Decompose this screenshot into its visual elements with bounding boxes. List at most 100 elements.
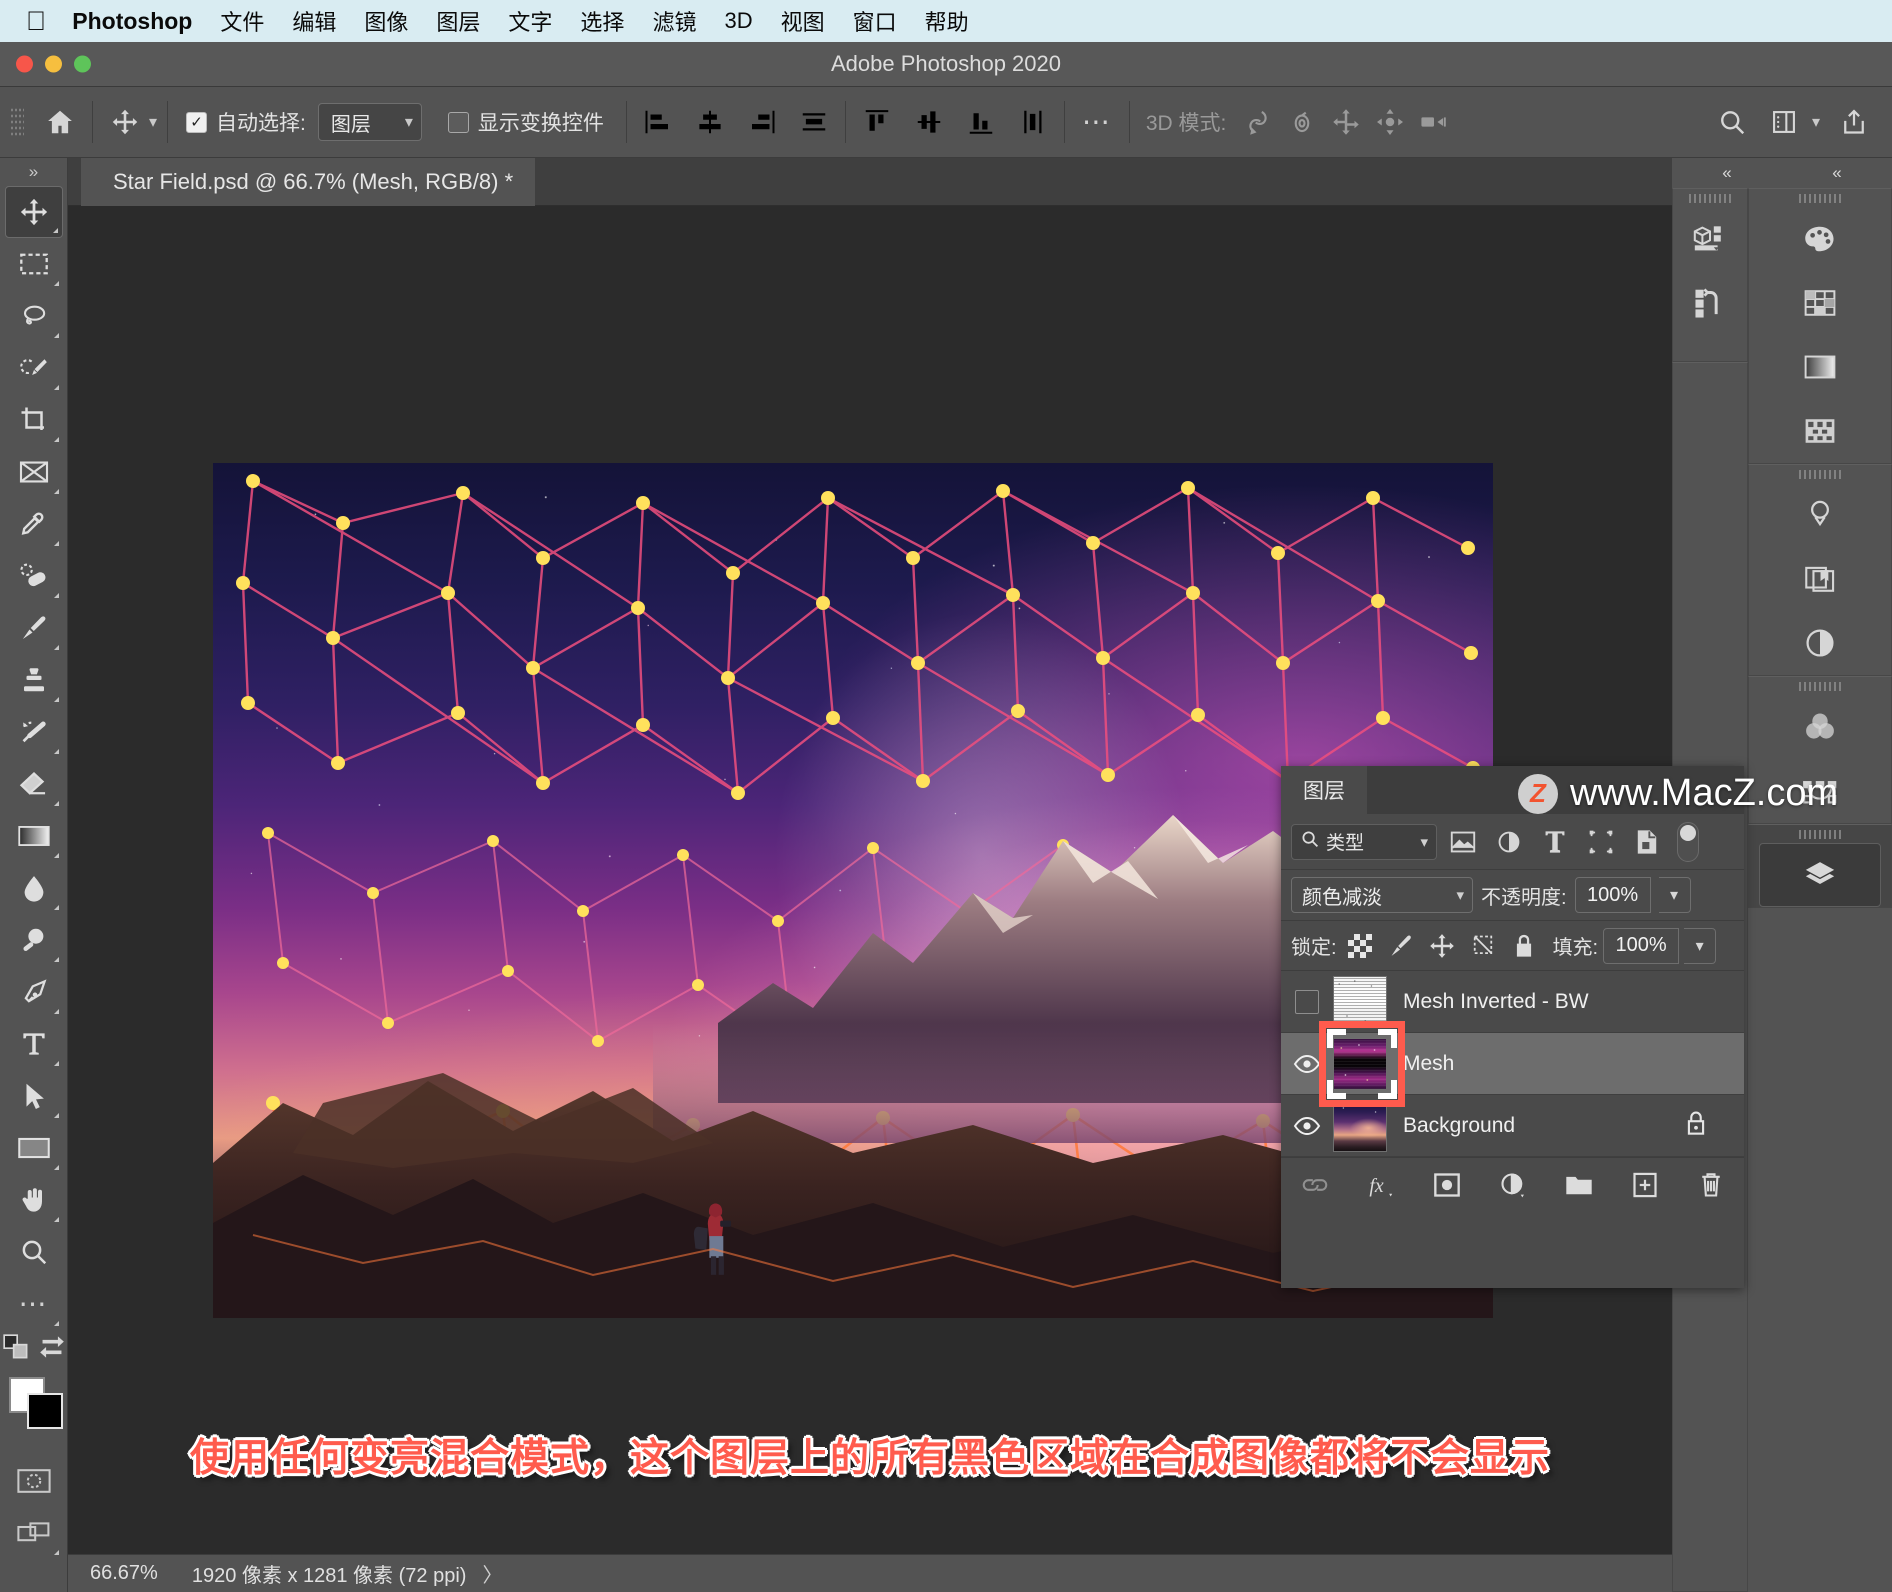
document-tab[interactable]: close-icon Star Field.psd @ 66.7% (Mesh,… (81, 158, 535, 206)
minimize-window-button[interactable] (45, 56, 62, 73)
adjustments-panel-icon[interactable] (1749, 483, 1891, 547)
history-brush-tool[interactable] (5, 706, 63, 758)
screen-mode-icon[interactable] (5, 1507, 63, 1559)
fill-stepper-chevron-icon[interactable]: ▾ (1684, 928, 1716, 964)
filter-type-text-icon[interactable] (1535, 822, 1575, 862)
type-tool[interactable] (5, 1018, 63, 1070)
slide-3d-icon[interactable] (1368, 100, 1412, 144)
edit-toolbar-button[interactable]: ⋯ (5, 1278, 63, 1330)
menu-item-3d[interactable]: 3D (724, 8, 752, 34)
clone-stamp-tool[interactable] (5, 654, 63, 706)
layer-visibility-toggle[interactable] (1281, 1116, 1333, 1136)
status-expand-icon[interactable]: 〉 (482, 1559, 502, 1588)
pan-3d-icon[interactable] (1324, 100, 1368, 144)
new-fill-adjustment-icon[interactable] (1493, 1165, 1533, 1205)
color-panel-icon[interactable] (1749, 207, 1891, 271)
layer-thumbnail[interactable] (1333, 976, 1387, 1028)
layers-panel-icon[interactable] (1759, 843, 1881, 907)
filter-type-dropdown[interactable]: 类型 ▾ (1291, 824, 1437, 860)
search-icon[interactable] (1710, 100, 1754, 144)
panel-grip[interactable] (1673, 189, 1747, 207)
panel-grip[interactable] (1749, 189, 1891, 207)
menu-item-file[interactable]: 文件 (220, 5, 264, 37)
menu-item-filter[interactable]: 滤镜 (652, 5, 696, 37)
lock-image-pixels-icon[interactable] (1383, 928, 1419, 964)
filter-pixel-icon[interactable] (1443, 822, 1483, 862)
3d-panel-icon[interactable] (1673, 207, 1747, 271)
align-left-icon[interactable] (637, 101, 679, 143)
swap-colors-icon[interactable] (39, 1334, 65, 1365)
gradient-tool[interactable] (5, 810, 63, 862)
blend-mode-dropdown[interactable]: 颜色减淡 ▾ (1291, 877, 1473, 913)
blur-tool[interactable] (5, 862, 63, 914)
background-color-swatch[interactable] (27, 1393, 63, 1429)
layer-style-fx-icon[interactable]: fx (1361, 1165, 1401, 1205)
rectangle-tool[interactable] (5, 1122, 63, 1174)
menu-item-layer[interactable]: 图层 (436, 5, 480, 37)
layer-name[interactable]: Mesh Inverted - BW (1403, 990, 1744, 1014)
new-layer-icon[interactable] (1625, 1165, 1665, 1205)
zoom-level[interactable]: 66.67% (90, 1562, 158, 1585)
tab-layers[interactable]: 图层 (1281, 766, 1367, 814)
lock-position-icon[interactable] (1424, 928, 1460, 964)
lock-transparent-pixels-icon[interactable] (1342, 928, 1378, 964)
menu-app-name[interactable]: Photoshop (72, 8, 192, 35)
align-top-icon[interactable] (856, 101, 898, 143)
menu-item-image[interactable]: 图像 (364, 5, 408, 37)
workspace-icon[interactable] (1762, 100, 1806, 144)
lasso-tool[interactable] (5, 290, 63, 342)
eraser-tool[interactable] (5, 758, 63, 810)
menu-item-help[interactable]: 帮助 (925, 5, 969, 37)
roll-3d-icon[interactable] (1280, 100, 1324, 144)
layer-name[interactable]: Background (1403, 1114, 1684, 1138)
pen-tool[interactable] (5, 966, 63, 1018)
auto-select-checkbox[interactable]: ✓ (186, 112, 207, 133)
panel-grip[interactable] (1749, 465, 1891, 483)
collapse-panels-a-icon[interactable]: « (1672, 158, 1782, 188)
move-tool-icon[interactable] (103, 100, 147, 144)
dodge-tool[interactable] (5, 914, 63, 966)
align-middle-vertical-icon[interactable] (908, 101, 950, 143)
crop-tool[interactable] (5, 394, 63, 446)
delete-layer-icon[interactable] (1691, 1165, 1731, 1205)
chevron-down-icon[interactable]: ▾ (1812, 112, 1820, 132)
frame-tool[interactable] (5, 446, 63, 498)
align-right-icon[interactable] (741, 101, 783, 143)
opacity-stepper-chevron-icon[interactable]: ▾ (1659, 877, 1691, 913)
show-transform-controls-checkbox[interactable] (448, 112, 469, 133)
fill-input[interactable]: 100% (1603, 928, 1679, 964)
distribute-vertical-icon[interactable] (1012, 101, 1054, 143)
align-center-horizontal-icon[interactable] (689, 101, 731, 143)
link-layers-icon[interactable] (1295, 1165, 1335, 1205)
menu-item-select[interactable]: 选择 (580, 5, 624, 37)
filter-adjustment-icon[interactable] (1489, 822, 1529, 862)
timeline-panel-icon[interactable] (1673, 271, 1747, 335)
close-window-button[interactable] (16, 56, 33, 73)
apple-logo-icon[interactable]:  (26, 8, 46, 35)
libraries-panel-icon[interactable] (1749, 547, 1891, 611)
maximize-window-button[interactable] (74, 56, 91, 73)
add-layer-mask-icon[interactable] (1427, 1165, 1467, 1205)
layer-visibility-toggle[interactable] (1281, 990, 1333, 1014)
layer-visibility-toggle[interactable] (1281, 1054, 1333, 1074)
filter-shape-icon[interactable] (1581, 822, 1621, 862)
new-group-icon[interactable] (1559, 1165, 1599, 1205)
default-colors-icon[interactable] (3, 1334, 29, 1365)
channels-panel-icon[interactable] (1749, 695, 1891, 759)
collapse-panels-b-icon[interactable]: « (1782, 158, 1892, 188)
brush-tool[interactable] (5, 602, 63, 654)
table-row[interactable]: Mesh (1281, 1033, 1744, 1095)
rotate-3d-icon[interactable] (1236, 100, 1280, 144)
healing-brush-tool[interactable] (5, 550, 63, 602)
home-icon[interactable] (38, 100, 82, 144)
auto-select-scope-dropdown[interactable]: 图层 ▾ (318, 103, 422, 141)
swatches-panel-icon[interactable] (1749, 271, 1891, 335)
panel-grip[interactable] (1749, 677, 1891, 695)
menu-item-edit[interactable]: 编辑 (292, 5, 336, 37)
quick-mask-icon[interactable] (5, 1455, 63, 1507)
menu-item-window[interactable]: 窗口 (853, 5, 897, 37)
scale-3d-icon[interactable] (1412, 100, 1456, 144)
properties-panel-icon[interactable] (1749, 611, 1891, 675)
distribute-horizontal-icon[interactable] (793, 101, 835, 143)
table-row[interactable]: Background (1281, 1095, 1744, 1157)
